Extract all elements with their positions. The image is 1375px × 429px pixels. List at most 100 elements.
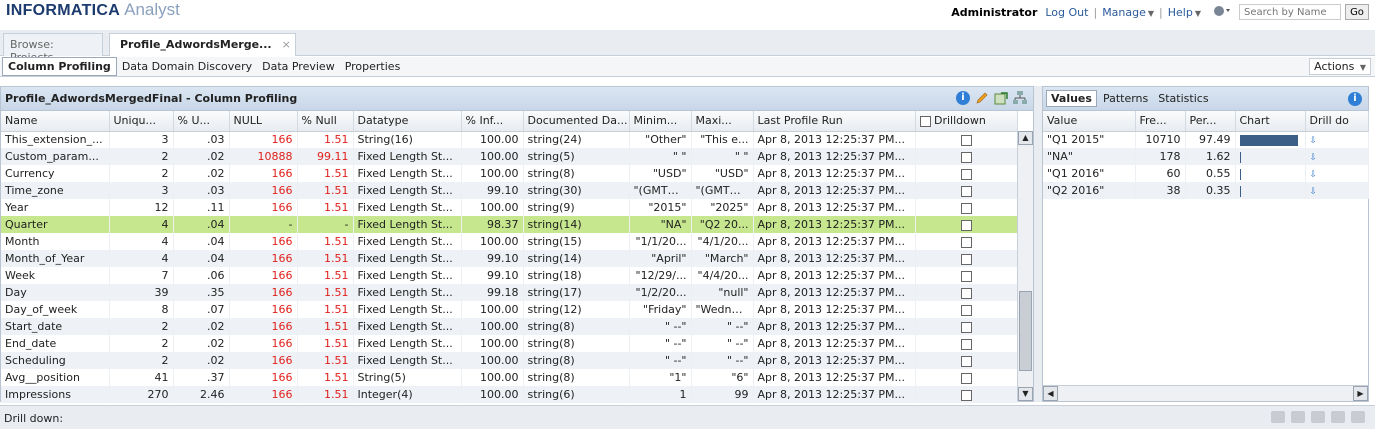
drill-settings-icon[interactable] <box>1351 411 1365 423</box>
drilldown-checkbox[interactable] <box>960 236 972 248</box>
subtab-data-preview[interactable]: Data Preview <box>257 58 340 75</box>
edit-icon[interactable] <box>975 91 989 105</box>
table-row[interactable]: Quarter 4.04- - Fixed Length St... 98.37 stri… <box>1 216 1018 233</box>
drilldown-checkbox[interactable] <box>960 134 972 146</box>
scroll-left-icon[interactable]: ◀ <box>1043 386 1058 401</box>
col-header-minimum[interactable]: Minim... <box>629 111 692 132</box>
scroll-thumb[interactable] <box>1019 291 1032 371</box>
drilldown-checkbox[interactable] <box>960 168 972 180</box>
list-item[interactable]: "Q1 2016" 60 0.55 ⇩ <box>1043 165 1369 182</box>
drilldown-checkbox[interactable] <box>960 304 972 316</box>
drill-cell: ⇩ <box>1305 165 1369 182</box>
drilldown-checkbox[interactable] <box>960 202 972 214</box>
drilldown-all-checkbox[interactable] <box>919 115 931 127</box>
table-row[interactable]: Time_zone 3.03 166 1.51 Fixed Length St... 99… <box>1 182 1018 199</box>
table-row[interactable]: Avg__position 41.37 166 1.51 String(5) 100.00… <box>1 369 1018 386</box>
col-header-pct-unique[interactable]: % U... <box>173 111 230 132</box>
table-row[interactable]: This_extension_... 3.03 166 1.51 String(16) 1… <box>1 131 1018 148</box>
table-row[interactable]: Month_of_Year 4.04 166 1.51 Fixed Length St.… <box>1 250 1018 267</box>
horizontal-scrollbar[interactable]: ◀ ▶ <box>1043 385 1368 401</box>
info-icon[interactable]: i <box>1348 92 1362 106</box>
table-row[interactable]: Week 7.06 166 1.51 Fixed Length St... 99.10 st… <box>1 267 1018 284</box>
table-row[interactable]: Custom_param... 2.02 10888 99.11 Fixed Lengt… <box>1 148 1018 165</box>
table-row[interactable]: Month 4.04 166 1.51 Fixed Length St... 100.00… <box>1 233 1018 250</box>
subtab-properties[interactable]: Properties <box>340 58 406 75</box>
close-icon[interactable]: × <box>282 38 291 51</box>
table-row[interactable]: Scheduling 2.02 166 1.51 Fixed Length St... 1… <box>1 352 1018 369</box>
drilldown-checkbox[interactable] <box>960 287 972 299</box>
list-item[interactable]: "Q1 2015" 10710 97.49 ⇩ <box>1043 131 1369 148</box>
drill-column-icon[interactable] <box>1291 411 1305 423</box>
drilldown-checkbox[interactable] <box>960 270 972 282</box>
search-scope-icon[interactable] <box>1213 5 1235 19</box>
table-row[interactable]: Start_date 2.02 166 1.51 Fixed Length St... 1… <box>1 318 1018 335</box>
col-header-percent[interactable]: Per... <box>1185 111 1236 132</box>
table-row[interactable]: Day_of_week 8.07 166 1.51 Fixed Length St...… <box>1 301 1018 318</box>
logout-link[interactable]: Log Out <box>1045 6 1088 19</box>
drilldown-checkbox[interactable] <box>960 355 972 367</box>
drilldown-checkbox[interactable] <box>960 321 972 333</box>
panel-splitter[interactable] <box>1034 86 1042 402</box>
col-header-chart[interactable]: Chart <box>1235 111 1306 132</box>
scroll-right-icon[interactable]: ▶ <box>1353 386 1368 401</box>
col-header-drill[interactable]: Drill do <box>1305 111 1369 132</box>
actions-label: Actions <box>1314 60 1355 73</box>
col-header-datatype[interactable]: Datatype <box>353 111 462 132</box>
tab-browse-projects[interactable]: Browse: Projects <box>3 33 103 64</box>
table-cell: 4 <box>109 233 174 250</box>
drill-down-icon[interactable]: ⇩ <box>1310 187 1318 197</box>
drill-export-icon[interactable] <box>1331 411 1345 423</box>
tab-patterns[interactable]: Patterns <box>1099 91 1152 106</box>
network-icon[interactable] <box>1013 91 1027 105</box>
drill-refresh-icon[interactable] <box>1311 411 1325 423</box>
table-cell: 2 <box>109 352 174 369</box>
table-row[interactable]: Impressions 270 2.46 166 1.51 Integer(4) 100.0… <box>1 386 1018 403</box>
list-item[interactable]: "Q2 2016" 38 0.35 ⇩ <box>1043 182 1369 199</box>
drilldown-cell <box>915 250 1018 267</box>
col-header-name[interactable]: Name <box>1 111 110 132</box>
col-header-documented[interactable]: Documented Da... <box>523 111 630 132</box>
col-header-value[interactable]: Value <box>1043 111 1136 132</box>
help-menu[interactable]: Help ▼ <box>1168 6 1201 19</box>
vertical-scrollbar[interactable]: ▲ ▼ <box>1017 131 1033 401</box>
go-button[interactable]: Go <box>1345 4 1369 20</box>
table-row[interactable]: Year 12.11 166 1.51 Fixed Length St... 100.00… <box>1 199 1018 216</box>
col-header-pct-inferred[interactable]: % Inf... <box>461 111 524 132</box>
drill-down-icon[interactable]: ⇩ <box>1310 136 1318 146</box>
table-row[interactable]: End_date 2.02 166 1.51 Fixed Length St... 100… <box>1 335 1018 352</box>
manage-menu[interactable]: Manage ▼ <box>1102 6 1154 19</box>
col-header-last-run[interactable]: Last Profile Run <box>753 111 916 132</box>
table-row[interactable]: Currency 2.02 166 1.51 Fixed Length St... 100… <box>1 165 1018 182</box>
scroll-down-icon[interactable]: ▼ <box>1018 387 1033 401</box>
drill-down-icon[interactable]: ⇩ <box>1310 170 1318 180</box>
table-row[interactable]: Day 39.35 166 1.51 Fixed Length St... 99.18 st… <box>1 284 1018 301</box>
drilldown-checkbox[interactable] <box>960 219 972 231</box>
subtab-data-domain-discovery[interactable]: Data Domain Discovery <box>117 58 257 75</box>
search-input[interactable] <box>1239 4 1341 20</box>
tab-statistics[interactable]: Statistics <box>1154 91 1212 106</box>
table-cell: " --" <box>629 335 692 352</box>
list-item[interactable]: "NA" 178 1.62 ⇩ <box>1043 148 1369 165</box>
drilldown-cell <box>915 148 1018 165</box>
drill-down-icon[interactable]: ⇩ <box>1310 153 1318 163</box>
drilldown-checkbox[interactable] <box>960 389 972 401</box>
drilldown-checkbox[interactable] <box>960 253 972 265</box>
drilldown-checkbox[interactable] <box>960 372 972 384</box>
col-header-frequency[interactable]: Fre... <box>1135 111 1186 132</box>
scroll-up-icon[interactable]: ▲ <box>1018 131 1033 145</box>
col-header-drilldown[interactable]: Drilldown <box>915 111 1018 132</box>
col-header-null[interactable]: NULL <box>229 111 298 132</box>
info-icon[interactable]: i <box>956 91 970 105</box>
tab-profile[interactable]: Profile_AdwordsMerge... × <box>109 33 296 56</box>
tab-values[interactable]: Values <box>1046 90 1097 107</box>
subtab-column-profiling[interactable]: Column Profiling <box>2 57 117 76</box>
drilldown-checkbox[interactable] <box>960 185 972 197</box>
col-header-maximum[interactable]: Maxi... <box>691 111 754 132</box>
actions-menu[interactable]: Actions ▼ <box>1309 58 1371 75</box>
export-icon[interactable] <box>994 91 1008 105</box>
col-header-pct-null[interactable]: % Null <box>297 111 354 132</box>
drilldown-checkbox[interactable] <box>960 338 972 350</box>
drill-filter-icon[interactable] <box>1271 411 1285 423</box>
drilldown-checkbox[interactable] <box>960 151 972 163</box>
col-header-unique[interactable]: Uniqu... <box>109 111 174 132</box>
